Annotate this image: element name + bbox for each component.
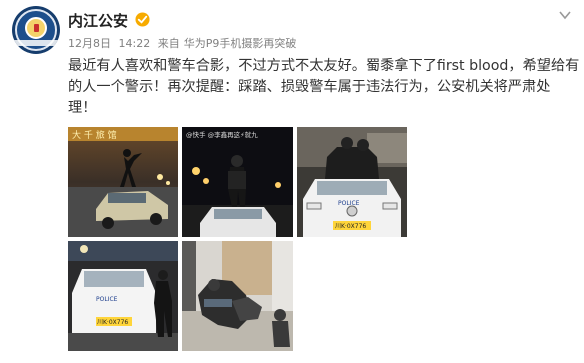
photo-4-police-label: POLICE [96, 296, 118, 303]
avatar[interactable] [12, 6, 60, 54]
post-source[interactable]: 华为P9手机摄影再突破 [184, 37, 297, 50]
photo-4-image: POLICE 川K·0X776 [68, 241, 178, 351]
photo-1-image: 大 千 旅 馆 [68, 127, 178, 237]
post-meta: 12月8日 14:22 来自 华为P9手机摄影再突破 [68, 35, 300, 51]
verified-badge-icon [135, 12, 150, 27]
post-text: 最近有人喜欢和警车合影，不过方式不太友好。蜀黍拿下了first blood，希望… [68, 56, 580, 119]
photo-1-sign: 大 千 旅 馆 [72, 129, 117, 141]
photo-2-image: @快手 @李鑫再这⚡就九 [182, 127, 293, 237]
photo-4-plate: 川K·0X776 [97, 319, 128, 326]
photo-3-image: POLICE 川K·0X776 [297, 127, 407, 237]
photo-3[interactable]: POLICE 川K·0X776 [297, 127, 407, 237]
photo-3-police-label: POLICE [338, 200, 360, 207]
source-prefix: 来自 [157, 37, 180, 50]
photo-3-plate: 川K·0X776 [335, 223, 366, 230]
post-time[interactable]: 14:22 [119, 37, 151, 50]
police-emblem-icon [25, 17, 47, 39]
photo-2-caption: @快手 @李鑫再这⚡就九 [186, 130, 258, 139]
photo-4[interactable]: POLICE 川K·0X776 [68, 241, 178, 351]
post-text-line: 最近有人喜欢和警车合影，不过方式不太友好。蜀黍拿下了first blood，希望… [68, 58, 580, 74]
post-text-line: 理！ [68, 100, 97, 116]
post-date[interactable]: 12月8日 [68, 37, 111, 50]
photo-2[interactable]: @快手 @李鑫再这⚡就九 [182, 127, 293, 237]
chevron-down-icon[interactable] [558, 10, 572, 20]
photo-1[interactable]: 大 千 旅 馆 [68, 127, 178, 237]
photo-5-image [182, 241, 293, 351]
author-name[interactable]: 内江公安 [68, 10, 128, 31]
photo-5[interactable] [182, 241, 293, 351]
avatar-band [12, 40, 60, 46]
post-text-line: 的人一个警示！再次提醒：踩踏、损毁警车属于违法行为，公安机关将严肃处 [68, 79, 551, 95]
